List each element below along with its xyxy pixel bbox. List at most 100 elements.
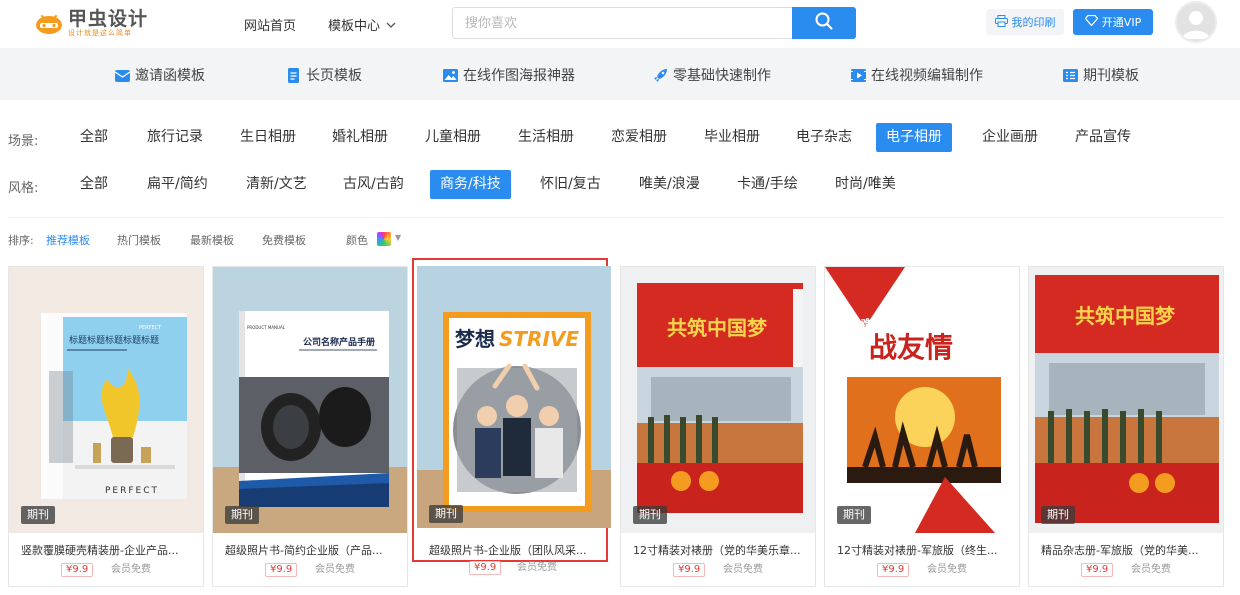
site-logo[interactable]: 甲虫设计 设计就是这么简单 xyxy=(34,8,148,38)
style-filter-all[interactable]: 全部 xyxy=(70,170,118,199)
member-free-label: 会员免费 xyxy=(723,564,763,575)
template-card[interactable]: 标题标题标题标题标题 PERFECT PERFECT 期刊 竖款覆膜硬壳精装册-… xyxy=(8,266,204,587)
cover-title: 共筑中国梦 xyxy=(667,316,768,340)
scene-filter-brochure[interactable]: 企业画册 xyxy=(972,123,1048,152)
style-filter-fresh[interactable]: 清新/文艺 xyxy=(236,170,317,199)
category-bar: 邀请函模板 长页模板 在线作图海报神器 零基础快速制作 在线视频编辑制作 期刊模… xyxy=(0,48,1240,100)
category-invitation[interactable]: 邀请函模板 xyxy=(114,65,205,85)
search-input[interactable] xyxy=(453,8,793,38)
category-quick-make[interactable]: 零基础快速制作 xyxy=(652,65,771,85)
search-icon xyxy=(815,12,833,34)
top-header: 甲虫设计 设计就是这么简单 网站首页 模板中心 我的印刷 开通VIP xyxy=(0,0,1240,48)
template-title[interactable]: 精品杂志册-军旅版（党的华美... xyxy=(1041,542,1213,558)
template-title[interactable]: 12寸精装对裱册（党的华美乐章... xyxy=(633,542,805,558)
scene-filter-product[interactable]: 产品宣传 xyxy=(1065,123,1141,152)
template-thumbnail[interactable]: 共筑中国梦 xyxy=(621,267,815,533)
category-badge: 期刊 xyxy=(225,506,259,524)
cover-title: 战友情 xyxy=(869,331,953,364)
user-avatar[interactable] xyxy=(1175,1,1217,43)
template-thumbnail[interactable]: 梦想 STRIVE xyxy=(417,266,611,528)
filter-divider xyxy=(8,217,1224,218)
nav-home[interactable]: 网站首页 xyxy=(244,15,296,34)
category-poster-tool[interactable]: 在线作图海报神器 xyxy=(442,65,575,85)
sort-recommended[interactable]: 推荐模板 xyxy=(46,232,90,248)
template-card[interactable]: 终身难忘 战友情 期刊 12寸精装对裱册-军旅版（终生... ¥9.9 会员免费 xyxy=(824,266,1020,587)
price-tag: ¥9.9 xyxy=(1081,563,1114,577)
member-free-label: 会员免费 xyxy=(111,564,151,575)
style-filter-romantic[interactable]: 唯美/浪漫 xyxy=(629,170,710,199)
logo-title: 甲虫设计 xyxy=(68,7,149,30)
price-tag: ¥9.9 xyxy=(61,563,94,577)
template-thumbnail[interactable]: 终身难忘 战友情 xyxy=(825,267,1019,533)
template-card[interactable]: 公司名称产品手册 PRODUCT MANUAL 期刊 超级照片书-简约企业版（产… xyxy=(212,266,408,587)
cover-tag: PRODUCT MANUAL xyxy=(247,325,286,330)
style-filter-ancient[interactable]: 古风/古韵 xyxy=(333,170,414,199)
sort-free[interactable]: 免费模板 xyxy=(262,232,306,248)
open-vip-button[interactable]: 开通VIP xyxy=(1073,9,1153,35)
template-thumbnail[interactable]: 公司名称产品手册 PRODUCT MANUAL xyxy=(213,267,407,533)
cover-title: 标题标题标题标题标题 xyxy=(69,334,159,346)
style-filter-label: 风格: xyxy=(8,181,39,196)
category-video-editor[interactable]: 在线视频编辑制作 xyxy=(850,65,983,85)
price-tag: ¥9.9 xyxy=(877,563,910,577)
color-filter-label: 颜色 xyxy=(346,234,368,247)
scene-filter-graduation[interactable]: 毕业相册 xyxy=(694,123,770,152)
diamond-icon xyxy=(1084,14,1099,29)
template-card[interactable]: 共筑中国梦 期刊 12寸精装对裱册（党的华美乐章... ¥9.9 会员免费 xyxy=(620,266,816,587)
category-badge: 期刊 xyxy=(1041,506,1075,524)
cover-title: 公司名称产品手册 xyxy=(303,336,375,348)
scene-filter-travel[interactable]: 旅行记录 xyxy=(137,123,213,152)
category-label: 长页模板 xyxy=(306,68,362,84)
template-title[interactable]: 超级照片书-简约企业版（产品... xyxy=(225,542,397,558)
template-card-selected[interactable]: 梦想 STRIVE 期刊 超级照片书-企业版（团队风采... ¥9.9 会员免费 xyxy=(412,258,611,575)
sort-label: 排序: xyxy=(8,234,34,247)
template-thumbnail[interactable]: 共筑中国梦 xyxy=(1029,267,1223,533)
style-filter-business[interactable]: 商务/科技 xyxy=(430,170,511,199)
image-icon xyxy=(442,67,459,84)
member-free-label: 会员免费 xyxy=(517,562,557,573)
template-title[interactable]: 超级照片书-企业版（团队风采... xyxy=(429,542,601,558)
sort-popular[interactable]: 热门模板 xyxy=(117,232,161,248)
member-free-label: 会员免费 xyxy=(315,564,355,575)
cover-title: 梦想 xyxy=(455,327,495,351)
style-filter-retro[interactable]: 怀旧/复古 xyxy=(530,170,611,199)
scene-filter-love[interactable]: 恋爱相册 xyxy=(601,123,677,152)
caret-down-icon[interactable]: ▼ xyxy=(395,233,401,242)
template-title[interactable]: 竖款覆膜硬壳精装册-企业产品... xyxy=(21,542,193,558)
journal-icon xyxy=(1062,67,1079,84)
scene-filter-all[interactable]: 全部 xyxy=(70,123,118,152)
category-long-page[interactable]: 长页模板 xyxy=(285,65,362,85)
printer-icon xyxy=(994,14,1008,30)
scene-filter-ealbum[interactable]: 电子相册 xyxy=(876,123,952,152)
category-journal[interactable]: 期刊模板 xyxy=(1062,65,1139,85)
video-icon xyxy=(850,67,867,84)
member-free-label: 会员免费 xyxy=(1131,564,1171,575)
sort-newest[interactable]: 最新模板 xyxy=(190,232,234,248)
style-filter-cartoon[interactable]: 卡通/手绘 xyxy=(727,170,808,199)
style-filter-flat[interactable]: 扁平/简约 xyxy=(137,170,218,199)
template-title[interactable]: 12寸精装对裱册-军旅版（终生... xyxy=(837,542,1009,558)
cover-subtitle: STRIVE xyxy=(499,327,579,351)
category-badge: 期刊 xyxy=(21,506,55,524)
category-label: 期刊模板 xyxy=(1083,68,1139,84)
scene-filter-children[interactable]: 儿童相册 xyxy=(415,123,491,152)
scene-filter-wedding[interactable]: 婚礼相册 xyxy=(322,123,398,152)
category-badge: 期刊 xyxy=(429,505,463,523)
category-label: 邀请函模板 xyxy=(135,68,205,84)
cover-tag: 终身难忘 xyxy=(841,317,881,330)
scene-filter-birthday[interactable]: 生日相册 xyxy=(230,123,306,152)
style-filter-fashion[interactable]: 时尚/唯美 xyxy=(825,170,906,199)
my-print-button[interactable]: 我的印刷 xyxy=(986,9,1064,35)
scene-filter-ezine[interactable]: 电子杂志 xyxy=(786,123,862,152)
category-badge: 期刊 xyxy=(837,506,871,524)
search-button[interactable] xyxy=(792,7,856,39)
template-thumbnail[interactable]: 标题标题标题标题标题 PERFECT PERFECT xyxy=(9,267,203,533)
category-label: 零基础快速制作 xyxy=(673,68,771,84)
member-free-label: 会员免费 xyxy=(927,564,967,575)
scene-filter-life[interactable]: 生活相册 xyxy=(508,123,584,152)
cover-title: 共筑中国梦 xyxy=(1075,304,1176,328)
long-page-icon xyxy=(285,67,302,84)
nav-template-center[interactable]: 模板中心 xyxy=(328,15,396,34)
template-card[interactable]: 共筑中国梦 期刊 精品杂志册-军旅版（党的华美... ¥9.9 会员免费 xyxy=(1028,266,1224,587)
color-picker[interactable] xyxy=(377,232,391,246)
